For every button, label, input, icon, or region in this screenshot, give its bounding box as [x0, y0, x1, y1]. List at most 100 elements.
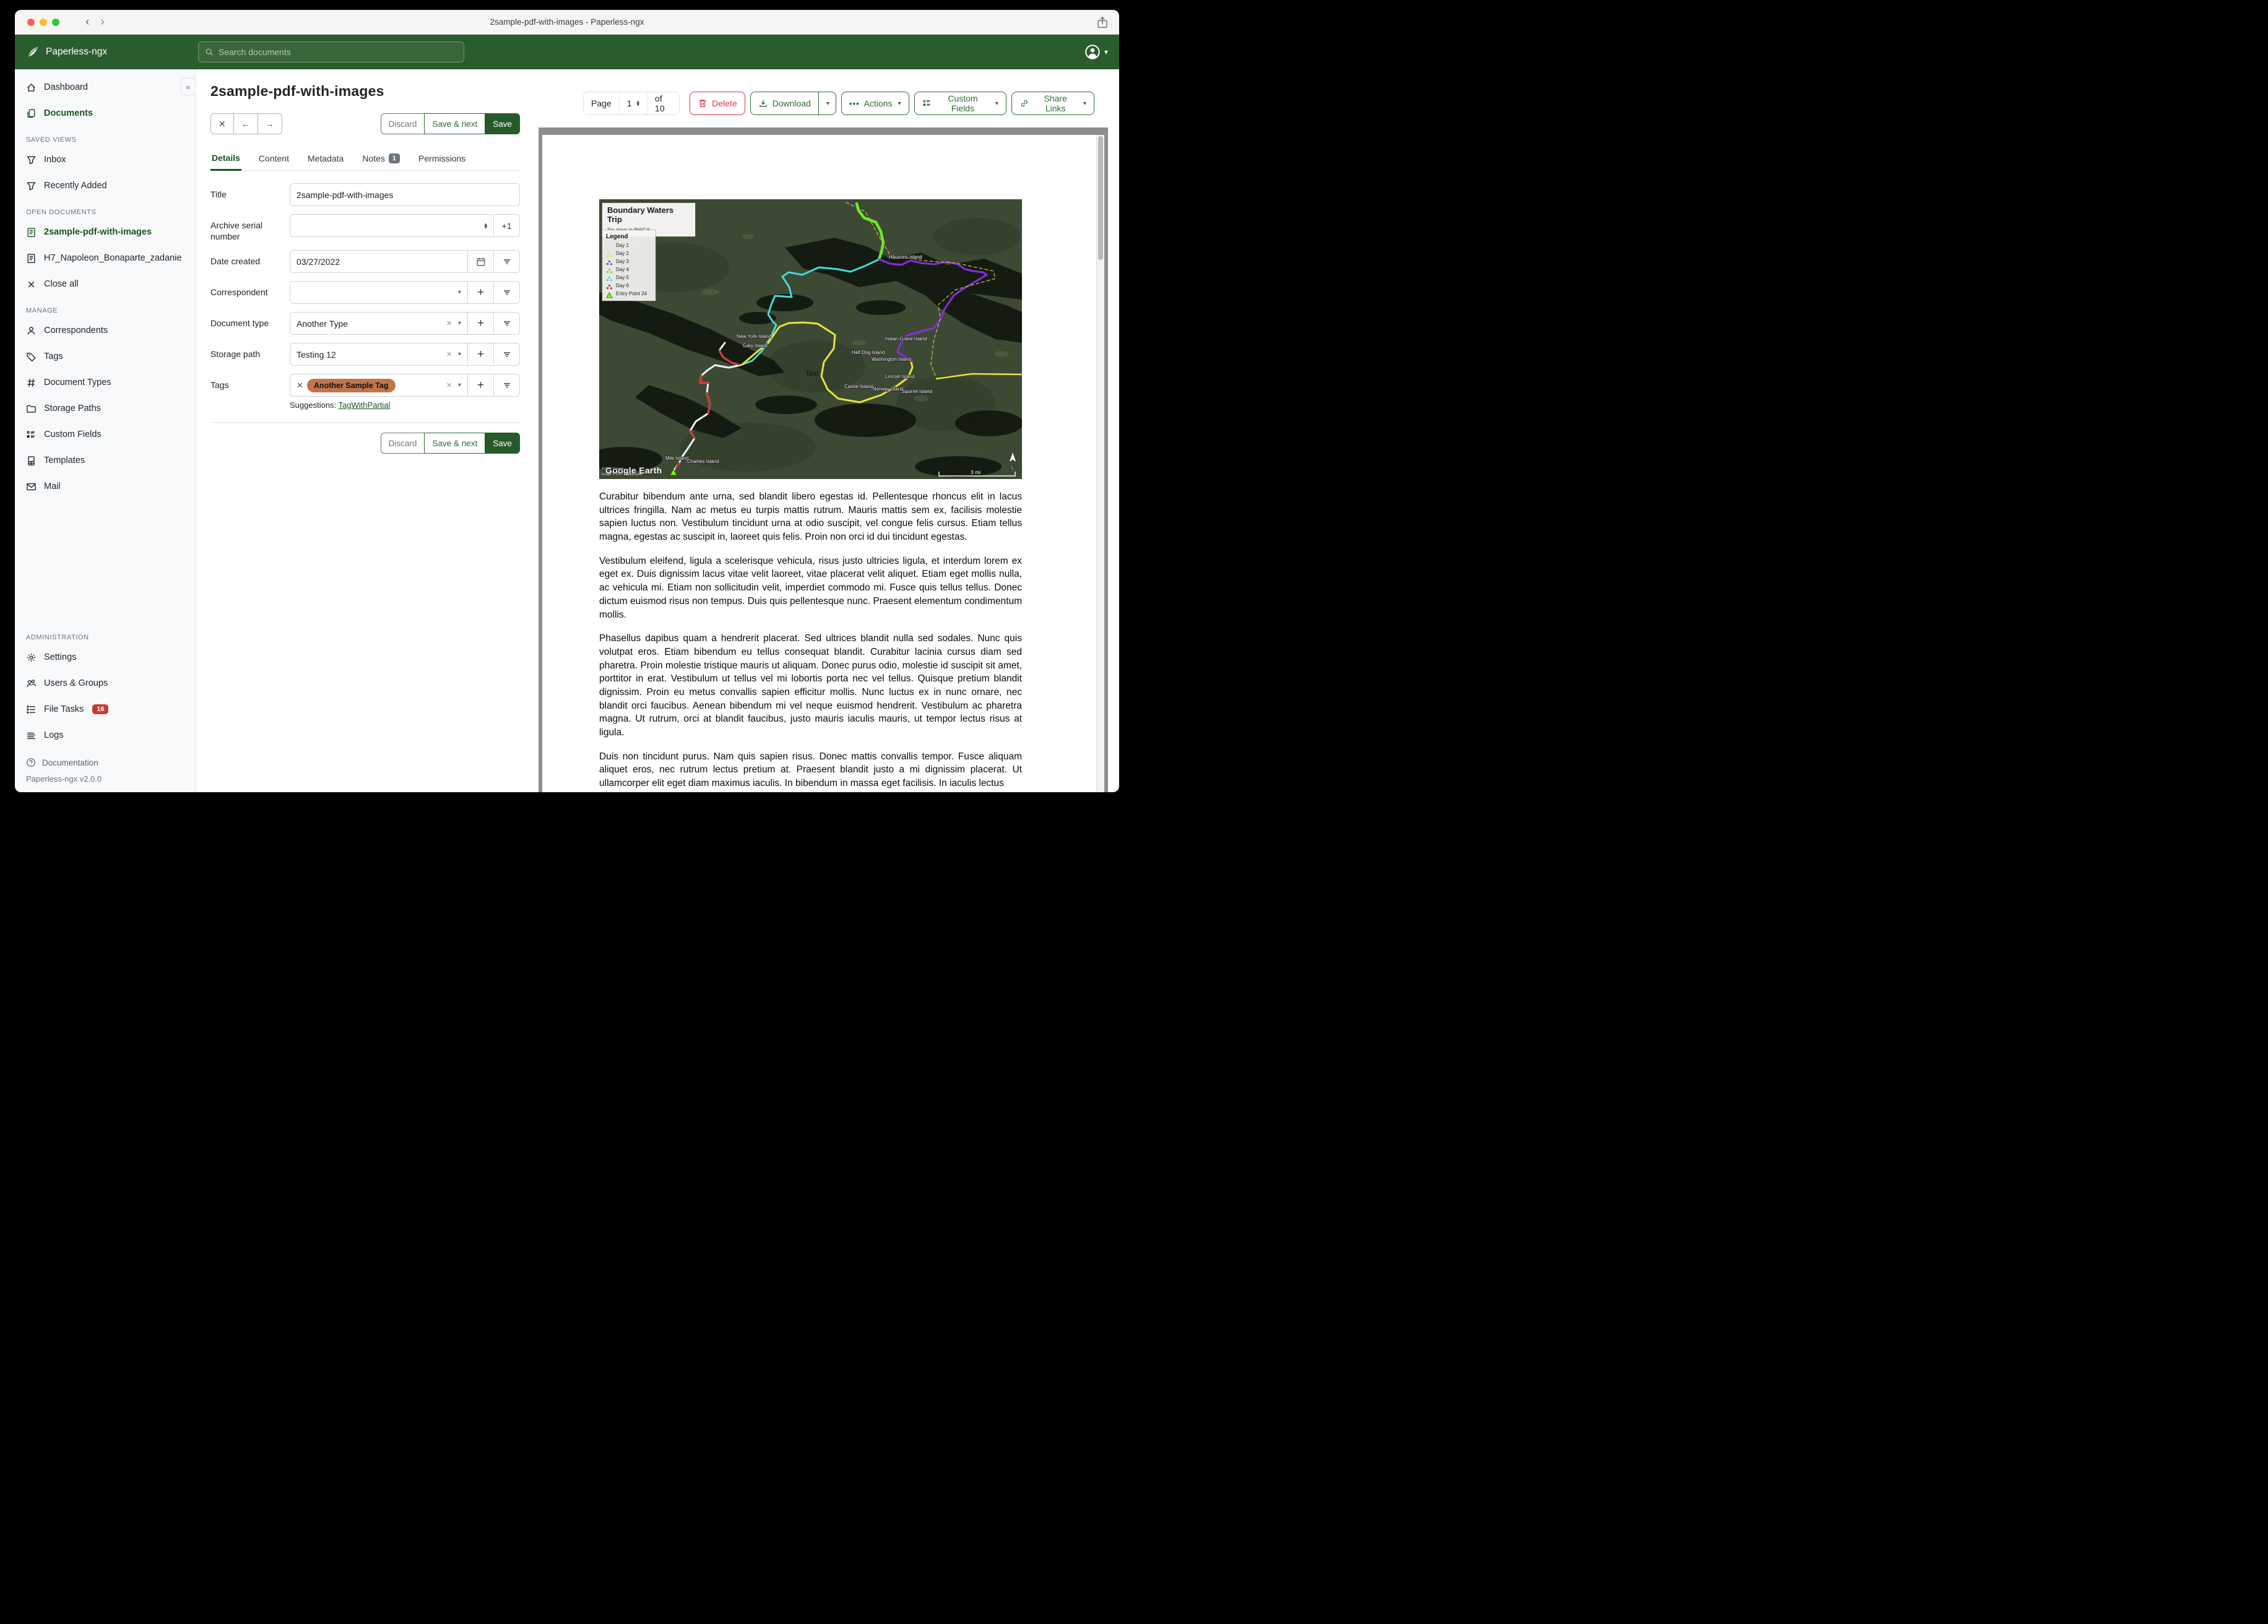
sidebar-item-storage-paths[interactable]: Storage Paths	[15, 395, 195, 421]
documentation-link[interactable]: Documentation	[15, 752, 195, 773]
page-stepper[interactable]: ▴ ▾	[637, 99, 640, 108]
window-close-button[interactable]	[27, 18, 35, 26]
window-zoom-button[interactable]	[52, 18, 59, 26]
share-links-button[interactable]: Share Links ▾	[1011, 92, 1094, 115]
tab-content[interactable]: Content	[258, 148, 290, 170]
sidebar-collapse-button[interactable]: «	[181, 78, 196, 95]
sidebar-item-tags[interactable]: Tags	[15, 343, 195, 369]
asn-input[interactable]: ▴ ▾	[290, 214, 494, 237]
storage-path-select[interactable]: Testing 12 × ▾	[290, 343, 468, 366]
sidebar-item-settings[interactable]: Settings	[15, 644, 195, 670]
discard-button[interactable]: Discard	[380, 113, 425, 134]
add-correspondent-button[interactable]: +	[468, 281, 494, 304]
sidebar-item-label: Mail	[44, 482, 61, 491]
share-icon[interactable]	[1096, 15, 1109, 29]
document-type-filter-button[interactable]	[494, 312, 520, 335]
add-storage-path-button[interactable]: +	[468, 343, 494, 366]
browser-forward-icon[interactable]: ›	[100, 16, 104, 28]
storage-path-clear-icon[interactable]: ×	[446, 349, 452, 360]
download-button[interactable]: Download	[750, 92, 819, 115]
sidebar-item-logs[interactable]: Logs	[15, 722, 195, 748]
suggestion-link[interactable]: TagWithPartial	[339, 400, 391, 410]
discard-button-bottom[interactable]: Discard	[380, 433, 425, 454]
document-preview-panel: Page 1 ▴ ▾ of 10 Delete Download ▾ ••• A…	[536, 69, 1119, 792]
tags-clear-icon[interactable]: ×	[446, 380, 452, 391]
tab-permissions[interactable]: Permissions	[417, 148, 467, 170]
next-document-button[interactable]: →	[257, 113, 282, 134]
sidebar-section-header: MANAGE	[26, 307, 58, 314]
page-number-input[interactable]: 1 ▴ ▾	[618, 92, 648, 114]
tags-select[interactable]: ✕ Another Sample Tag × ▾	[290, 374, 468, 397]
tab-notes[interactable]: Notes 1	[361, 148, 401, 170]
browser-back-icon[interactable]: ‹	[85, 16, 89, 28]
sidebar-item-file-tasks[interactable]: File Tasks 16	[15, 696, 195, 722]
download-options-button[interactable]: ▾	[818, 92, 836, 115]
date-picker-button[interactable]	[468, 250, 494, 274]
home-icon	[26, 82, 37, 93]
date-created-input[interactable]: 03/27/2022	[290, 250, 468, 274]
titlebar: ‹ › 2sample-pdf-with-images - Paperless-…	[15, 10, 1119, 35]
asn-plus-one-button[interactable]: +1	[494, 214, 520, 237]
sidebar-section-header: ADMINISTRATION	[26, 634, 89, 641]
date-filter-button[interactable]	[494, 250, 520, 274]
sidebar-item-dashboard[interactable]: Dashboard	[15, 74, 195, 100]
close-document-button[interactable]: ✕	[210, 113, 234, 134]
save-next-button-bottom[interactable]: Save & next	[424, 433, 486, 454]
window-minimize-button[interactable]	[40, 18, 47, 26]
sidebar-item-h7-napoleon-bonaparte-zadanie[interactable]: H7_Napoleon_Bonaparte_zadanie	[15, 245, 195, 271]
app-version: Paperless-ngx v2.0.0	[26, 774, 102, 784]
sidebar-item-users-groups[interactable]: Users & Groups	[15, 670, 195, 696]
pdf-page: Hausons Island New York Island Gary Island…	[542, 135, 1104, 792]
map-label: Charlies Island	[687, 459, 719, 464]
sidebar-item-custom-fields[interactable]: Custom Fields	[15, 421, 195, 447]
legend-entry-label: Entry Point 24	[616, 290, 647, 296]
tag-chip[interactable]: Another Sample Tag	[306, 378, 396, 392]
save-button[interactable]: Save	[485, 113, 520, 134]
map-label: Lincoln Island	[885, 374, 915, 379]
sidebar-item-inbox[interactable]: Inbox	[15, 147, 195, 173]
correspondent-select[interactable]: ▾	[290, 281, 468, 304]
sidebar-item-documents[interactable]: Documents	[15, 100, 195, 126]
legend-entry: Day 4	[606, 266, 652, 274]
title-input[interactable]: 2sample-pdf-with-images	[290, 183, 520, 206]
document-type-clear-icon[interactable]: ×	[446, 318, 452, 329]
tab-details[interactable]: Details	[210, 148, 241, 171]
correspondent-filter-button[interactable]	[494, 281, 520, 304]
users-icon	[26, 678, 37, 689]
sidebar-item-recently-added[interactable]: Recently Added	[15, 173, 195, 199]
previous-document-button[interactable]: ←	[233, 113, 258, 134]
custom-fields-button[interactable]: Custom Fields ▾	[914, 92, 1006, 115]
pdf-scrollbar[interactable]	[1096, 135, 1104, 792]
pdf-scrollbar-thumb[interactable]	[1098, 136, 1103, 260]
doc-nav-group: ✕ ← →	[210, 113, 282, 134]
add-document-type-button[interactable]: +	[468, 312, 494, 335]
tab-metadata[interactable]: Metadata	[306, 148, 345, 170]
tag-remove-icon[interactable]: ✕	[296, 381, 303, 391]
sidebar-item-correspondents[interactable]: Correspondents	[15, 317, 195, 343]
delete-button[interactable]: Delete	[690, 92, 745, 115]
tags-filter-button[interactable]	[494, 374, 520, 397]
filter-lines-icon	[503, 352, 510, 357]
actions-button[interactable]: ••• Actions ▾	[841, 92, 909, 115]
person-icon	[26, 326, 37, 336]
storage-path-filter-button[interactable]	[494, 343, 520, 366]
user-menu[interactable]: ▾	[1084, 44, 1108, 60]
sidebar-item-2sample-pdf-with-images[interactable]: 2sample-pdf-with-images	[15, 219, 195, 245]
add-tag-button[interactable]: +	[468, 374, 494, 397]
save-next-button[interactable]: Save & next	[424, 113, 486, 134]
sidebar-item-mail[interactable]: Mail	[15, 473, 195, 499]
document-type-select[interactable]: Another Type × ▾	[290, 312, 468, 335]
search-input[interactable]: Search documents	[198, 41, 464, 63]
sidebar-item-document-types[interactable]: Document Types	[15, 369, 195, 395]
save-button-bottom[interactable]: Save	[485, 433, 520, 454]
sidebar-item-label: Documents	[44, 108, 93, 118]
sidebar-item-label: Users & Groups	[44, 678, 108, 688]
sidebar-item-close-all[interactable]: Close all	[15, 271, 195, 297]
form-divider	[210, 422, 520, 423]
asn-stepper[interactable]: ▴ ▾	[484, 221, 487, 230]
sidebar-item-templates[interactable]: Templates	[15, 447, 195, 473]
tags-caret-icon: ▾	[457, 382, 461, 389]
gear-icon	[26, 652, 37, 663]
filter-icon	[26, 155, 37, 165]
